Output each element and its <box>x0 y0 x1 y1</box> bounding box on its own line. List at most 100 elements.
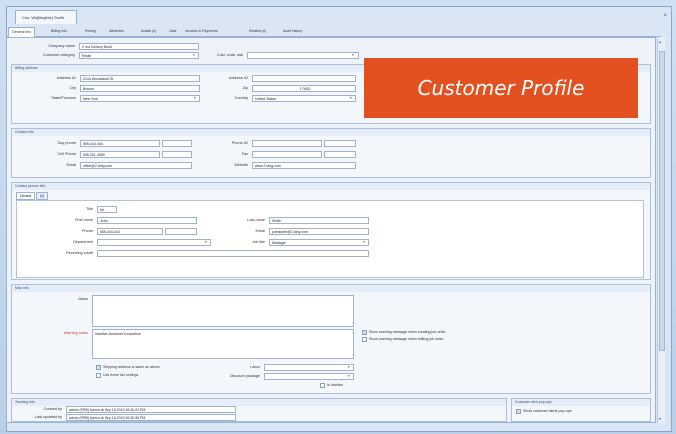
discount-package-label: Discount package <box>229 374 260 378</box>
company-name-field[interactable]: 2 Ind Century Build <box>79 43 199 50</box>
contact-person-title: Contact person info <box>12 183 650 190</box>
job-title-label: Job title <box>251 240 265 244</box>
country-select[interactable]: United States <box>252 95 356 102</box>
document-tab[interactable]: Cus. Wo[illegible] Smith <box>15 10 77 24</box>
contact-email-field[interactable]: johnsmith@2-bing.com <box>269 228 369 235</box>
chevron-down-icon[interactable]: ▾ <box>352 53 354 57</box>
notes-label: Notes <box>78 297 88 301</box>
tab-contact-2[interactable]: (2) <box>36 192 49 200</box>
fax-label: Fax <box>241 152 248 156</box>
state-label: State/Province <box>51 96 76 100</box>
misc-info-section: Misc info Notes Warning notes Inactive c… <box>11 284 651 394</box>
alert-popups-label: Show customer alerts pop-ups <box>523 409 572 413</box>
tracking-info-section: Tracking info Created by admin (PRB) Adm… <box>11 398 507 422</box>
main-tabstrip: General info Billing info Pricing Attrib… <box>6 26 661 37</box>
scrollbar-thumb[interactable] <box>659 51 665 351</box>
day-phone-ext-field[interactable] <box>162 140 192 147</box>
customer-category-label: Customer category <box>42 53 75 57</box>
phone2-label: Phone #2 <box>231 141 248 145</box>
city-field[interactable]: Boston <box>80 85 200 92</box>
company-name-label: Company name <box>48 44 75 48</box>
tab-audit-history[interactable]: Audit history <box>280 27 305 37</box>
alert-popups-checkbox[interactable] <box>516 409 521 414</box>
job-title-select[interactable]: Manager <box>269 239 369 246</box>
chevron-down-icon[interactable]: ▾ <box>193 53 195 57</box>
address1-label: Address #1 <box>56 76 76 80</box>
chevron-down-icon[interactable]: ▾ <box>194 96 196 100</box>
chevron-down-icon[interactable]: ▾ <box>350 96 352 100</box>
notes-textarea[interactable] <box>92 295 354 327</box>
tab-jobs[interactable]: Jobs <box>166 27 179 37</box>
close-icon[interactable]: × <box>663 13 667 19</box>
discount-package-select[interactable] <box>264 373 354 380</box>
tab-general-info[interactable]: General info <box>8 27 36 37</box>
email-field[interactable]: office@2-bing.com <box>80 162 192 169</box>
contact-phone-ext-field[interactable] <box>165 228 197 235</box>
created-by-label: Created by <box>43 407 62 411</box>
customer-alert-section: Customer alert pop-ups Show customer ale… <box>511 398 651 422</box>
labor-label: Labor <box>250 365 260 369</box>
contact-title-label: Title <box>85 207 93 211</box>
chevron-down-icon[interactable]: ▾ <box>348 374 350 378</box>
contact-email-label: Email <box>255 229 266 233</box>
tax-settings-checkbox[interactable] <box>96 373 101 378</box>
created-by-field: admin (PRB) Admin at Sep 15,2019 06:30:2… <box>66 406 236 413</box>
zip-field[interactable]: T 0620 <box>252 85 356 92</box>
tab-billing-info[interactable]: Billing info <box>48 27 70 37</box>
shipping-same-checkbox[interactable] <box>96 365 101 370</box>
is-inactive-checkbox[interactable] <box>320 383 325 388</box>
tab-related[interactable]: Related (n) <box>246 27 269 37</box>
contact-title-select[interactable]: Mr. <box>97 206 117 213</box>
address2-label: Address #2 <box>228 76 248 80</box>
contact-phone-field[interactable]: 555-444-444 <box>97 228 163 235</box>
tab-attributes[interactable]: Attributes <box>106 27 127 37</box>
chevron-down-icon[interactable]: ▾ <box>205 240 207 244</box>
cell-phone-field[interactable]: 555-201-4550 <box>80 151 160 158</box>
cell-phone-label: Cell Phone <box>57 152 76 156</box>
last-name-field[interactable]: Smith <box>269 217 369 224</box>
vertical-scrollbar[interactable]: ▴ ▾ <box>657 37 665 423</box>
warn-editing-checkbox[interactable] <box>362 337 367 342</box>
tab-pricing[interactable]: Pricing <box>82 27 99 37</box>
customer-category-select[interactable]: Retail <box>79 52 199 59</box>
cust-code-label: Cust. code. ask <box>216 53 243 57</box>
cell-phone-ext-field[interactable] <box>162 151 192 158</box>
contact-info-section: Contact info Day phone 555-444-444 Phone… <box>11 128 651 178</box>
receiving-credit-field[interactable] <box>97 250 369 257</box>
first-name-label: First name <box>75 218 93 222</box>
last-name-label: Last name <box>247 218 265 222</box>
tab-avatar[interactable]: Avatar (n) <box>138 27 159 37</box>
contact-person-panel: Title Mr. First name John Last name Smit… <box>16 200 644 278</box>
warn-creating-checkbox[interactable] <box>362 330 367 335</box>
cust-code-field[interactable] <box>247 52 359 59</box>
email-label: Email <box>66 163 77 167</box>
zip-label: Zip <box>242 86 248 90</box>
fax-ext-field[interactable] <box>324 151 356 158</box>
last-updated-label: Last updated by <box>34 415 62 419</box>
phone2-ext-field[interactable] <box>324 140 356 147</box>
contact-person-section: Contact person info Default (2) Title Mr… <box>11 182 651 280</box>
phone2-field[interactable] <box>252 140 322 147</box>
website-field[interactable]: www.2-bing.com <box>252 162 356 169</box>
state-select[interactable]: New York <box>80 95 200 102</box>
website-label: Website <box>234 163 248 167</box>
shipping-same-label: Shipping address is same as above <box>103 365 160 369</box>
day-phone-field[interactable]: 555-444-444 <box>80 140 160 147</box>
scroll-up-icon[interactable]: ▴ <box>659 39 661 44</box>
address2-field[interactable] <box>252 75 356 82</box>
tab-invoices-payments[interactable]: Invoices & Payments <box>182 27 221 37</box>
is-inactive-label: Is Inactive <box>327 383 344 387</box>
last-updated-field: admin (PRB) Admin at Sep 15,2019 06:30:3… <box>66 414 236 421</box>
warning-notes-label: Warning notes <box>63 331 88 335</box>
scroll-down-icon[interactable]: ▾ <box>659 416 661 421</box>
chevron-down-icon[interactable]: ▾ <box>363 240 365 244</box>
chevron-down-icon[interactable]: ▾ <box>348 365 350 369</box>
first-name-field[interactable]: John <box>97 217 197 224</box>
fax-field[interactable] <box>252 151 322 158</box>
warning-notes-textarea[interactable]: Inactive customer's incentive <box>92 329 354 359</box>
labor-select[interactable] <box>264 364 354 371</box>
address1-field[interactable]: 2244 Woodstock St <box>80 75 200 82</box>
department-select[interactable] <box>97 239 211 246</box>
country-label: Country <box>234 96 248 100</box>
tab-contact-default[interactable]: Default <box>16 192 36 200</box>
